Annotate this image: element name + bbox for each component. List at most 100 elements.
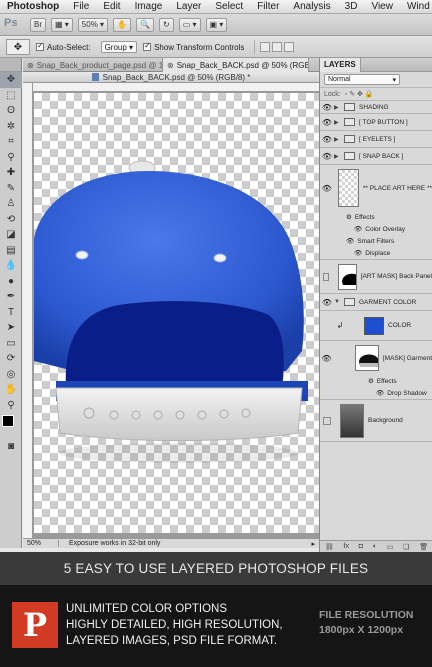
layer-row-garment-color[interactable]: 👁 ▼ GARMENT COLOR (320, 294, 432, 311)
auto-select-dropdown[interactable]: Group ▾ (100, 41, 138, 53)
color-swatches[interactable] (0, 413, 21, 439)
eye-icon[interactable]: 👁 (320, 354, 333, 363)
auto-select-checkbox[interactable] (36, 41, 44, 51)
layer-mask-garment[interactable]: 👁 [MASK] Garment ⚙ Effects 👁 Drop Shadow (320, 341, 432, 400)
3d-orbit-tool-icon[interactable]: ◎ (0, 367, 22, 383)
eye-icon[interactable]: 👁 (320, 135, 334, 144)
close-icon[interactable]: ⊗ (27, 61, 34, 70)
dodge-tool-icon[interactable]: ● (0, 274, 22, 290)
auto-select-option[interactable]: Auto-Select: (36, 41, 91, 52)
bridge-button[interactable]: Br (30, 17, 46, 32)
blend-mode-dropdown[interactable]: Normal ▾ (324, 74, 400, 85)
filter-eye-icon[interactable]: 👁 (346, 237, 354, 245)
menu-window[interactable]: Wind (400, 1, 432, 12)
type-tool-icon[interactable]: T (0, 305, 22, 321)
brush-tool-icon[interactable]: ✎ (0, 181, 22, 197)
hand-tool-button[interactable]: ✋ (113, 17, 132, 32)
align-bottom-icon[interactable] (284, 42, 295, 52)
layer-place-art[interactable]: 👁 ** PLACE ART HERE ** ⚙ Effects 👁 Color O… (320, 165, 432, 260)
layer-row-shading[interactable]: 👁 ▶ SHADING (320, 101, 432, 114)
gradient-tool-icon[interactable]: ▤ (0, 243, 22, 259)
expand-arrow-icon[interactable]: ▶ (334, 153, 342, 160)
link-layers-icon[interactable]: ⛓ (325, 543, 334, 551)
hand-tool-icon[interactable]: ✋ (0, 382, 22, 398)
vertical-ruler[interactable] (23, 83, 33, 538)
filter-eye-icon[interactable]: 👁 (354, 249, 362, 257)
eyedropper-tool-icon[interactable]: ⚲ (0, 150, 22, 166)
lock-icons[interactable]: ▫ ✎ ✥ 🔒 (345, 90, 374, 98)
align-middle-icon[interactable] (272, 42, 283, 52)
layer-row-snap-back[interactable]: 👁 ▶ [ SNAP BACK ] (320, 148, 432, 165)
menu-photoshop[interactable]: Photoshop (0, 1, 66, 12)
tools-grip[interactable] (0, 58, 21, 72)
adjustment-layer-icon[interactable]: ◐ (373, 543, 377, 550)
move-tool-preset-icon[interactable]: ✥ (6, 39, 30, 55)
menu-file[interactable]: File (66, 1, 96, 12)
menu-3d[interactable]: 3D (338, 1, 365, 12)
rotate-view-button[interactable]: ↻ (159, 17, 174, 32)
eye-hidden-box[interactable] (323, 416, 331, 425)
healing-brush-tool-icon[interactable]: ✚ (0, 165, 22, 181)
zoom-tool-button[interactable]: 🔍 (136, 17, 154, 32)
marquee-tool-icon[interactable]: ⬚ (0, 88, 22, 104)
blur-tool-icon[interactable]: 💧 (0, 258, 22, 274)
transform-controls-option[interactable]: Show Transform Controls (143, 41, 244, 52)
pen-tool-icon[interactable]: ✒ (0, 289, 22, 305)
close-icon[interactable]: ⊗ (167, 61, 174, 70)
expand-arrow-icon[interactable]: ▶ (334, 104, 342, 111)
view-extras-button[interactable]: ▦ ▾ (51, 17, 73, 32)
menu-view[interactable]: View (364, 1, 400, 12)
trash-icon[interactable]: 🗑 (419, 543, 428, 551)
effect-eye-icon[interactable]: 👁 (376, 389, 384, 397)
magic-wand-tool-icon[interactable]: ✲ (0, 119, 22, 135)
color-overlay-row[interactable]: 👁 Color Overlay (320, 223, 432, 235)
displace-row[interactable]: 👁 Displace (320, 247, 432, 259)
layers-tab[interactable]: LAYERS (320, 58, 361, 72)
expand-arrow-icon[interactable]: ▶ (334, 119, 342, 126)
menu-select[interactable]: Select (208, 1, 250, 12)
smart-filters-row[interactable]: 👁 Smart Filters (320, 235, 432, 247)
crop-tool-icon[interactable]: ⌗ (0, 134, 22, 150)
layer-style-icon[interactable]: fx (344, 543, 349, 550)
layer-row-eyelets[interactable]: 👁 ▶ [ EYELETS ] (320, 131, 432, 148)
collapse-arrow-icon[interactable]: ▼ (334, 299, 342, 305)
history-brush-tool-icon[interactable]: ⟲ (0, 212, 22, 228)
quick-mask-icon[interactable]: ◙ (0, 439, 22, 455)
tab-snap-back[interactable]: ⊗ Snap_Back_BACK.psd @ 50% (RGB/… (163, 58, 309, 72)
shape-tool-icon[interactable]: ▭ (0, 336, 22, 352)
zoom-tool-icon[interactable]: ⚲ (0, 398, 22, 414)
zoom-level-button[interactable]: 50% ▾ (77, 17, 109, 32)
transform-controls-checkbox[interactable] (143, 41, 152, 51)
effects-row[interactable]: ⚙ Effects (320, 211, 432, 223)
horizontal-ruler[interactable] (33, 83, 319, 92)
path-selection-tool-icon[interactable]: ➤ (0, 320, 22, 336)
effects-row[interactable]: ⚙ Effects (320, 375, 432, 387)
new-group-icon[interactable]: ▭ (387, 543, 394, 551)
align-top-icon[interactable] (260, 42, 271, 52)
layer-row-place-art[interactable]: 👁 ** PLACE ART HERE ** (320, 165, 432, 211)
menu-image[interactable]: Image (128, 1, 170, 12)
status-info[interactable]: Exposure works in 32-bit only (59, 540, 311, 547)
layer-row-color[interactable]: ↲ COLOR (320, 311, 432, 341)
3d-rotate-tool-icon[interactable]: ⟳ (0, 351, 22, 367)
lasso-tool-icon[interactable]: ʘ (0, 103, 22, 119)
eye-icon[interactable]: 👁 (320, 184, 334, 193)
arrange-documents-button[interactable]: ▭ ▾ (178, 17, 201, 32)
tab-product-page[interactable]: ⊗ Snap_Back_product_page.psd @ 1… (23, 58, 163, 72)
status-menu-icon[interactable]: ▸ (311, 540, 319, 548)
eraser-tool-icon[interactable]: ◪ (0, 227, 22, 243)
eye-icon[interactable]: 👁 (320, 152, 334, 161)
canvas[interactable] (34, 93, 319, 533)
effect-eye-icon[interactable]: 👁 (354, 225, 362, 233)
eye-icon[interactable]: 👁 (320, 298, 334, 307)
document-title-bar[interactable]: Snap_Back_BACK.psd @ 50% (RGB/8) * (23, 72, 319, 83)
layer-row-art-mask[interactable]: [ART MASK] Back Panel (320, 260, 432, 294)
menu-layer[interactable]: Layer (169, 1, 208, 12)
drop-shadow-row[interactable]: 👁 Drop Shadow (320, 387, 432, 399)
new-layer-icon[interactable]: ❏ (403, 543, 409, 551)
add-mask-icon[interactable]: ◘ (359, 543, 363, 550)
move-tool-icon[interactable]: ✥ (0, 72, 22, 88)
status-zoom[interactable]: 50% (23, 540, 59, 547)
expand-arrow-icon[interactable]: ▶ (334, 136, 342, 143)
eye-icon[interactable]: 👁 (320, 103, 334, 112)
